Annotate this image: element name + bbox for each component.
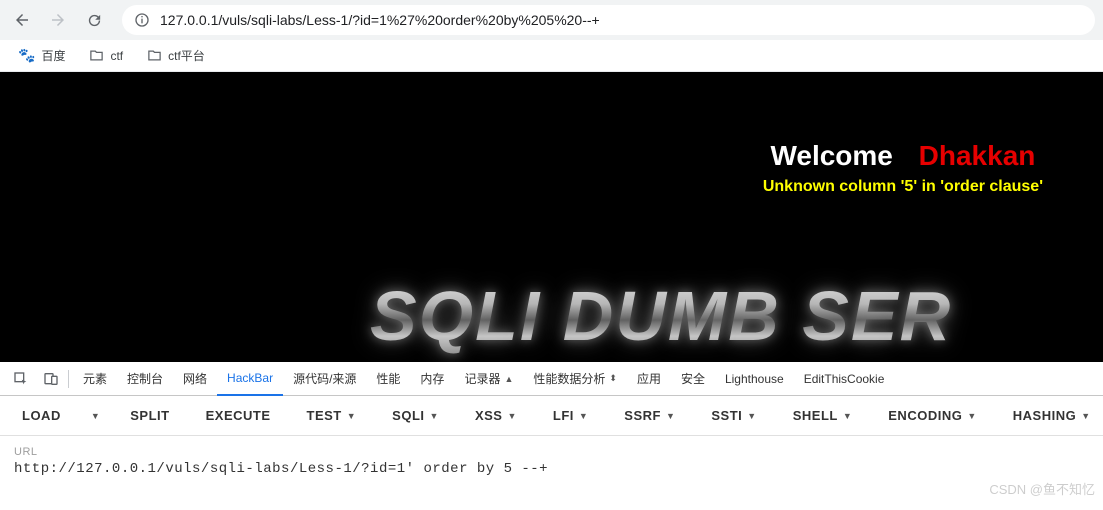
- caret-down-icon: ▼: [430, 411, 439, 421]
- tab-console[interactable]: 控制台: [117, 362, 173, 396]
- tab-hackbar[interactable]: HackBar: [217, 362, 283, 396]
- hackbar-url-input[interactable]: http://127.0.0.1/vuls/sqli-labs/Less-1/?…: [14, 461, 1089, 477]
- hackbar-toolbar: LOAD ▼ SPLIT EXECUTE TEST▼ SQLI▼ XSS▼ LF…: [0, 396, 1103, 436]
- address-bar[interactable]: 127.0.0.1/vuls/sqli-labs/Less-1/?id=1%27…: [122, 5, 1095, 35]
- caret-down-icon: ▼: [579, 411, 588, 421]
- hackbar-encoding-menu[interactable]: ENCODING▼: [876, 396, 988, 436]
- hackbar-split-button[interactable]: SPLIT: [118, 396, 181, 436]
- preview-badge-icon: ⬍: [609, 373, 617, 384]
- tab-network[interactable]: 网络: [173, 362, 217, 396]
- caret-down-icon: ▼: [1081, 411, 1090, 421]
- caret-down-icon: ▼: [843, 411, 852, 421]
- caret-down-icon: ▼: [747, 411, 756, 421]
- username-text: Dhakkan: [919, 140, 1036, 171]
- site-info-icon[interactable]: [134, 12, 150, 28]
- tab-lighthouse[interactable]: Lighthouse: [715, 362, 794, 396]
- tab-sources[interactable]: 源代码/来源: [283, 362, 366, 396]
- separator: [68, 370, 69, 388]
- browser-toolbar: 127.0.0.1/vuls/sqli-labs/Less-1/?id=1%27…: [0, 0, 1103, 40]
- device-toggle-icon[interactable]: [36, 362, 66, 396]
- tab-security[interactable]: 安全: [671, 362, 715, 396]
- bookmark-baidu[interactable]: 🐾 百度: [8, 43, 75, 68]
- bookmark-label: ctf: [110, 49, 123, 63]
- arrow-left-icon: [13, 11, 31, 29]
- hackbar-sqli-menu[interactable]: SQLI▼: [380, 396, 451, 436]
- hackbar-shell-menu[interactable]: SHELL▼: [781, 396, 865, 436]
- caret-down-icon: ▼: [967, 411, 976, 421]
- hackbar-execute-button[interactable]: EXECUTE: [194, 396, 283, 436]
- page-content: Welcome Dhakkan Unknown column '5' in 'o…: [0, 72, 1103, 362]
- preview-badge-icon: ▲: [504, 374, 513, 384]
- tab-memory[interactable]: 内存: [410, 362, 454, 396]
- welcome-heading: Welcome Dhakkan: [763, 140, 1043, 172]
- arrow-right-icon: [49, 11, 67, 29]
- hackbar-ssti-menu[interactable]: SSTI▼: [699, 396, 768, 436]
- hackbar-hashing-menu[interactable]: HASHING▼: [1001, 396, 1103, 436]
- bookmark-label: 百度: [41, 47, 65, 64]
- hackbar-lfi-menu[interactable]: LFI▼: [541, 396, 600, 436]
- bookmark-ctf[interactable]: ctf: [79, 44, 133, 67]
- bookmark-label: ctf平台: [168, 47, 205, 64]
- reload-icon: [86, 12, 103, 29]
- tab-application[interactable]: 应用: [627, 362, 671, 396]
- back-button[interactable]: [8, 6, 36, 34]
- welcome-block: Welcome Dhakkan Unknown column '5' in 'o…: [763, 140, 1043, 196]
- hackbar-xss-menu[interactable]: XSS▼: [463, 396, 529, 436]
- folder-icon: [89, 48, 104, 63]
- watermark: CSDN @鱼不知忆: [989, 479, 1095, 498]
- forward-button[interactable]: [44, 6, 72, 34]
- hackbar-load-dropdown[interactable]: ▼: [85, 396, 106, 436]
- page-big-title: SQLI DUMB SER: [370, 276, 952, 356]
- hackbar-url-section: URL http://127.0.0.1/vuls/sqli-labs/Less…: [0, 436, 1103, 477]
- bookmark-ctf-platform[interactable]: ctf平台: [137, 43, 215, 68]
- bookmarks-bar: 🐾 百度 ctf ctf平台: [0, 40, 1103, 72]
- hackbar-load-button[interactable]: LOAD: [10, 396, 73, 436]
- welcome-text: Welcome: [770, 140, 892, 171]
- hackbar-ssrf-menu[interactable]: SSRF▼: [612, 396, 687, 436]
- hackbar-test-menu[interactable]: TEST▼: [295, 396, 369, 436]
- baidu-icon: 🐾: [18, 47, 35, 64]
- tab-editthiscookie[interactable]: EditThisCookie: [794, 362, 895, 396]
- tab-performance[interactable]: 性能: [366, 362, 410, 396]
- caret-down-icon: ▼: [347, 411, 356, 421]
- folder-icon: [147, 48, 162, 63]
- tab-recorder[interactable]: 记录器▲: [454, 362, 523, 396]
- caret-down-icon: ▼: [91, 411, 100, 421]
- tab-perf-insights[interactable]: 性能数据分析⬍: [523, 362, 627, 396]
- inspect-icon[interactable]: [6, 362, 36, 396]
- caret-down-icon: ▼: [507, 411, 516, 421]
- reload-button[interactable]: [80, 6, 108, 34]
- caret-down-icon: ▼: [666, 411, 675, 421]
- url-text: 127.0.0.1/vuls/sqli-labs/Less-1/?id=1%27…: [160, 12, 600, 28]
- sql-error-message: Unknown column '5' in 'order clause': [763, 178, 1043, 196]
- tab-elements[interactable]: 元素: [73, 362, 117, 396]
- hackbar-url-label: URL: [14, 446, 1089, 458]
- devtools-tabbar: 元素 控制台 网络 HackBar 源代码/来源 性能 内存 记录器▲ 性能数据…: [0, 362, 1103, 396]
